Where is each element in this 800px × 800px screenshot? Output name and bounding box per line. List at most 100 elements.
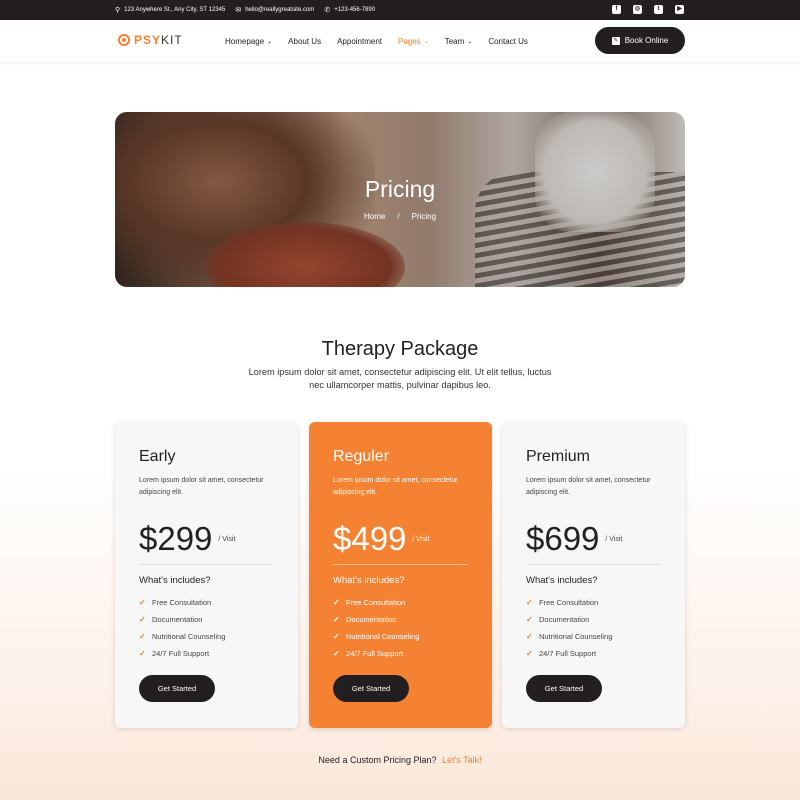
price-period: / Visit xyxy=(218,536,236,543)
facebook-icon[interactable]: f xyxy=(612,5,621,14)
breadcrumb-home-link[interactable]: Home xyxy=(364,212,385,221)
check-icon: ✓ xyxy=(333,632,340,641)
feature-item: ✓ 24/7 Full Support xyxy=(526,645,661,662)
feature-label: 24/7 Full Support xyxy=(539,649,597,658)
nav-item-about-us[interactable]: About Us xyxy=(288,37,321,46)
price-amount: $699 xyxy=(526,520,600,557)
divider xyxy=(139,564,274,565)
nav-item-label: Team xyxy=(444,36,465,46)
plan-price: $499 / Visit xyxy=(333,520,468,560)
divider xyxy=(526,564,661,565)
plan-name: Early xyxy=(139,448,176,465)
plan-description: Lorem ipsum dolor sit amet, consectetur … xyxy=(333,477,458,496)
nav-item-label: Appointment xyxy=(337,36,382,46)
check-icon: ✓ xyxy=(526,598,533,607)
plan-description: Lorem ipsum dolor sit amet, consectetur … xyxy=(139,477,264,496)
feature-label: Free Consultation xyxy=(346,598,406,607)
nav-menu: Homepage ⌄ About Us Appointment Pages ⌄ … xyxy=(225,20,528,62)
plan-price: $299 / Visit xyxy=(139,520,274,560)
youtube-icon[interactable]: ▶ xyxy=(675,5,684,14)
email-text[interactable]: hello@reallygreatsite.com xyxy=(245,7,314,13)
plan-name: Reguler xyxy=(333,448,390,465)
breadcrumb-current: Pricing xyxy=(411,212,437,221)
lets-talk-link[interactable]: Let's Talk! xyxy=(442,755,482,765)
page-title: Pricing xyxy=(364,176,436,202)
location-pin-icon: ⚲ xyxy=(115,6,121,14)
check-icon: ✓ xyxy=(139,649,146,658)
phone-item[interactable]: ✆ +123-456-7890 xyxy=(324,7,375,14)
feature-item: ✓ Nutritional Counseling xyxy=(333,628,468,645)
feature-item: ✓ Documentation xyxy=(526,611,661,628)
price-amount: $299 xyxy=(139,520,213,557)
get-started-button[interactable]: Get Started xyxy=(139,675,215,702)
nav-item-team[interactable]: Team ⌄ xyxy=(445,37,473,46)
book-online-label: Book Online xyxy=(624,36,669,45)
check-icon: ✓ xyxy=(139,632,146,641)
feature-label: Documentation xyxy=(346,615,397,624)
logo-mark-icon xyxy=(118,34,130,46)
nav-item-homepage[interactable]: Homepage ⌄ xyxy=(225,37,272,46)
email-item[interactable]: ✉ hello@reallygreatsite.com xyxy=(235,7,314,14)
check-icon: ✓ xyxy=(333,649,340,658)
phone-text[interactable]: +123-456-7890 xyxy=(334,7,375,13)
book-online-button[interactable]: ✎ Book Online xyxy=(595,27,685,54)
page-hero-banner: Pricing Home / Pricing xyxy=(115,112,685,287)
instagram-icon[interactable]: ◎ xyxy=(633,5,642,14)
feature-label: Documentation xyxy=(539,615,590,624)
price-period: / Visit xyxy=(412,536,430,543)
section-description: Lorem ipsum dolor sit amet, consectetur … xyxy=(248,367,552,390)
feature-label: Free Consultation xyxy=(152,598,212,607)
feature-list: ✓ Free Consultation ✓ Documentation ✓ Nutri… xyxy=(139,594,274,662)
check-icon: ✓ xyxy=(526,632,533,641)
includes-title: What's includes? xyxy=(526,575,598,586)
contact-info: ⚲ 123 Anywhere St., Any City, ST 12345 ✉… xyxy=(115,0,375,20)
nav-item-contact-us[interactable]: Contact Us xyxy=(488,37,528,46)
feature-item: ✓ Free Consultation xyxy=(333,594,468,611)
plan-description: Lorem ipsum dolor sit amet, consectetur … xyxy=(526,477,651,496)
pricing-card-reguler: Reguler Lorem ipsum dolor sit amet, cons… xyxy=(309,422,492,728)
section-title: Therapy Package xyxy=(321,338,479,360)
check-icon: ✓ xyxy=(333,615,340,624)
feature-label: Nutritional Counseling xyxy=(539,632,613,641)
feature-item: ✓ Free Consultation xyxy=(526,594,661,611)
phone-icon: ✆ xyxy=(324,6,331,14)
check-icon: ✓ xyxy=(139,598,146,607)
feature-label: Documentation xyxy=(152,615,203,624)
address-item: ⚲ 123 Anywhere St., Any City, ST 12345 xyxy=(115,7,225,14)
chevron-down-icon: ⌄ xyxy=(267,38,273,45)
nav-item-appointment[interactable]: Appointment xyxy=(337,37,382,46)
custom-pricing-prompt: Need a Custom Pricing Plan? Let's Talk! xyxy=(0,755,800,765)
chevron-down-icon: ⌄ xyxy=(467,38,473,45)
includes-title: What's includes? xyxy=(333,575,405,586)
feature-item: ✓ 24/7 Full Support xyxy=(139,645,274,662)
breadcrumb: Home / Pricing xyxy=(115,212,685,221)
nav-item-label: Homepage xyxy=(225,36,265,46)
feature-label: Free Consultation xyxy=(539,598,599,607)
includes-title: What's includes? xyxy=(139,575,211,586)
feature-item: ✓ Documentation xyxy=(333,611,468,628)
feature-label: 24/7 Full Support xyxy=(152,649,210,658)
feature-item: ✓ Nutritional Counseling xyxy=(526,628,661,645)
custom-pricing-text: Need a Custom Pricing Plan? xyxy=(318,755,437,765)
get-started-button[interactable]: Get Started xyxy=(333,675,409,702)
feature-label: 24/7 Full Support xyxy=(346,649,404,658)
divider xyxy=(333,564,468,565)
chevron-down-icon: ⌄ xyxy=(423,38,429,45)
feature-item: ✓ 24/7 Full Support xyxy=(333,645,468,662)
check-icon: ✓ xyxy=(526,649,533,658)
get-started-button[interactable]: Get Started xyxy=(526,675,602,702)
check-icon: ✓ xyxy=(526,615,533,624)
top-info-bar: ⚲ 123 Anywhere St., Any City, ST 12345 ✉… xyxy=(0,0,800,20)
nav-item-label: Contact Us xyxy=(488,36,528,46)
twitter-icon[interactable]: t xyxy=(654,5,663,14)
logo[interactable]: PSYKIT xyxy=(118,33,183,47)
nav-item-label: About Us xyxy=(288,36,322,46)
nav-item-pages[interactable]: Pages ⌄ xyxy=(398,37,429,46)
check-icon: ✓ xyxy=(333,598,340,607)
feature-list: ✓ Free Consultation ✓ Documentation ✓ Nutri… xyxy=(333,594,468,662)
feature-item: ✓ Free Consultation xyxy=(139,594,274,611)
calendar-edit-icon: ✎ xyxy=(611,36,620,45)
check-icon: ✓ xyxy=(139,615,146,624)
nav-item-label: Pages xyxy=(398,36,421,46)
feature-item: ✓ Nutritional Counseling xyxy=(139,628,274,645)
